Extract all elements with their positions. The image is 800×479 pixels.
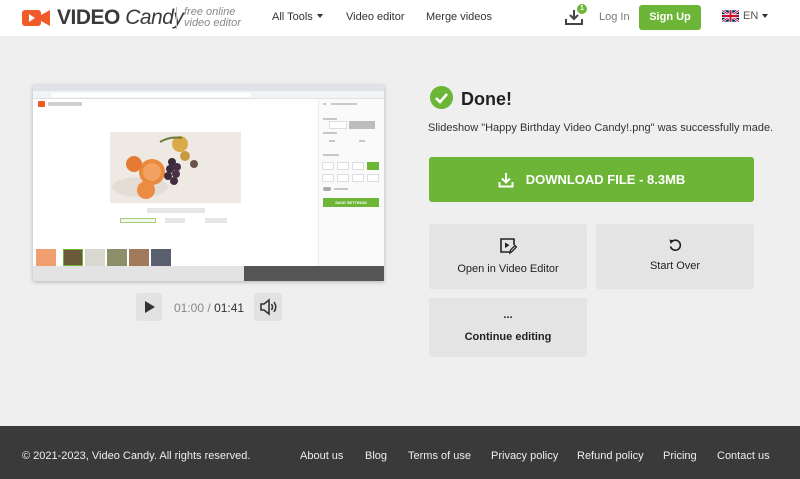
top-header: VIDEO Candy free online video editor All… xyxy=(0,0,800,36)
volume-button[interactable] xyxy=(254,293,282,321)
video-preview[interactable]: SAVE SETTINGS xyxy=(33,85,384,281)
download-icon xyxy=(498,172,514,187)
volume-icon xyxy=(260,298,277,316)
nav-merge-videos[interactable]: Merge videos xyxy=(426,11,492,23)
preview-logo xyxy=(38,101,82,107)
preview-tool-chip xyxy=(165,218,185,223)
open-in-video-editor-label: Open in Video Editor xyxy=(457,263,559,275)
footer-link-about[interactable]: About us xyxy=(300,450,343,462)
continue-editing-button[interactable]: ... Continue editing xyxy=(429,298,587,357)
continue-editing-label: Continue editing xyxy=(464,331,552,343)
tagline: free online video editor xyxy=(176,7,241,29)
uk-flag-icon xyxy=(722,10,739,22)
preview-save-settings: SAVE SETTINGS xyxy=(323,198,379,207)
video-edit-icon xyxy=(500,238,517,255)
continue-editing-dots: ... xyxy=(503,309,513,321)
play-button[interactable] xyxy=(136,293,162,321)
download-file-button[interactable]: DOWNLOAD FILE - 8.3MB xyxy=(429,157,754,202)
footer: © 2021-2023, Video Candy. All rights res… xyxy=(0,426,800,479)
preview-photo xyxy=(110,132,241,203)
footer-link-refund[interactable]: Refund policy xyxy=(577,450,644,462)
footer-link-contact[interactable]: Contact us xyxy=(717,450,770,462)
footer-link-pricing[interactable]: Pricing xyxy=(663,450,697,462)
downloads-count-badge: 1 xyxy=(577,4,587,14)
copyright: © 2021-2023, Video Candy. All rights res… xyxy=(22,450,251,462)
logo[interactable]: VIDEO Candy xyxy=(21,6,184,30)
open-in-video-editor-button[interactable]: Open in Video Editor xyxy=(429,224,587,289)
footer-link-blog[interactable]: Blog xyxy=(365,450,387,462)
done-title: Done! xyxy=(461,89,512,109)
nav-all-tools[interactable]: All Tools xyxy=(272,11,323,23)
download-label: DOWNLOAD FILE - 8.3MB xyxy=(525,172,686,187)
preview-settings-panel: SAVE SETTINGS xyxy=(318,99,384,269)
time-display: 01:00 / 01:41 xyxy=(174,301,245,315)
success-message: Slideshow "Happy Birthday Video Candy!.p… xyxy=(428,122,774,134)
chevron-down-icon xyxy=(316,14,323,18)
nav-video-editor[interactable]: Video editor xyxy=(346,11,405,23)
preview-playback-controls xyxy=(147,208,205,213)
footer-link-terms[interactable]: Terms of use xyxy=(408,450,471,462)
chevron-down-icon xyxy=(762,14,769,18)
playback-progress-remaining xyxy=(244,266,384,281)
footer-link-privacy[interactable]: Privacy policy xyxy=(491,450,558,462)
camera-icon xyxy=(22,10,50,26)
preview-tool-chip xyxy=(205,218,227,223)
logo-text: VIDEO Candy xyxy=(57,6,184,29)
preview-address-bar xyxy=(33,91,384,99)
duration: 01:41 xyxy=(214,301,245,315)
login-link[interactable]: Log In xyxy=(599,11,630,23)
check-circle-icon xyxy=(430,86,453,109)
start-over-button[interactable]: Start Over xyxy=(596,224,754,289)
preview-thumbnails xyxy=(36,249,236,266)
preview-tool-chip xyxy=(120,218,156,223)
start-over-label: Start Over xyxy=(649,260,701,272)
language-selector[interactable]: EN xyxy=(722,10,769,22)
restart-icon xyxy=(669,239,682,251)
playback-progress-played xyxy=(33,266,244,281)
current-time: 01:00 xyxy=(174,301,205,315)
signup-button[interactable]: Sign Up xyxy=(639,5,701,30)
